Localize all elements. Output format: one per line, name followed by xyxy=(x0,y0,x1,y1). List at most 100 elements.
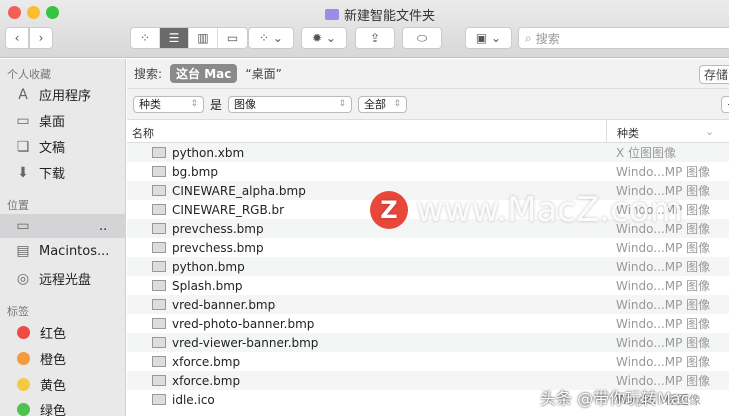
forward-button[interactable]: › xyxy=(29,27,53,49)
file-row[interactable]: xforce.bmp Windo...MP 图像 xyxy=(127,352,729,371)
file-name: vred-viewer-banner.bmp xyxy=(172,335,319,350)
list-view-icon[interactable]: ☰ xyxy=(160,28,189,48)
file-name: CINEWARE_RGB.br xyxy=(172,202,285,217)
file-thumbnail-icon xyxy=(152,242,166,253)
operator-label: 是 xyxy=(210,97,223,112)
yellow-tag-icon xyxy=(17,378,30,391)
icon-view-icon[interactable]: ⁘ xyxy=(131,28,160,48)
sidebar-item-downloads[interactable]: ⬇ 下载 xyxy=(14,163,126,183)
column-header: 名称 种类 ⌄ xyxy=(127,120,729,143)
file-thumbnail-icon xyxy=(152,261,166,272)
sidebar: 个人收藏 A 应用程序 ▭ 桌面 ❏ 文稿 ⬇ 下载 位置 ▭.. ▤ Macintos.… xyxy=(0,59,126,419)
file-thumbnail-icon xyxy=(152,280,166,291)
file-name: xforce.bmp xyxy=(172,373,241,388)
optical-disc-icon: ◎ xyxy=(16,270,30,287)
share-button[interactable]: ⇪ xyxy=(355,27,395,49)
search-scope-label: 搜索: xyxy=(134,67,163,81)
sidebar-item-applications[interactable]: A 应用程序 xyxy=(14,85,126,105)
file-kind: Windo...MP 图像 xyxy=(616,355,711,369)
gear-icon: ✹ ⌄ xyxy=(312,31,336,45)
sort-chevron-icon: ⌄ xyxy=(705,125,715,138)
file-kind: X 位图图像 xyxy=(616,146,677,160)
file-thumbnail-icon xyxy=(152,337,166,348)
column-view-icon[interactable]: ▥ xyxy=(189,28,218,48)
back-button[interactable]: ‹ xyxy=(5,27,29,49)
dropbox-button[interactable]: ▣ ⌄ xyxy=(465,27,512,49)
file-thumbnail-icon xyxy=(152,318,166,329)
file-thumbnail-icon xyxy=(152,185,166,196)
file-kind: Windo...MP 图像 xyxy=(616,336,711,350)
file-thumbnail-icon xyxy=(152,166,166,177)
file-kind: Windo...MP 图像 xyxy=(616,298,711,312)
scope-this-mac[interactable]: 这台 Mac xyxy=(170,64,238,83)
file-thumbnail-icon xyxy=(152,299,166,310)
file-thumbnail-icon xyxy=(152,204,166,215)
disk-icon: ▤ xyxy=(16,243,30,259)
downloads-icon: ⬇ xyxy=(17,164,29,181)
file-thumbnail-icon xyxy=(152,147,166,158)
sidebar-item-desktop[interactable]: ▭ 桌面 xyxy=(14,111,126,131)
file-name: xforce.bmp xyxy=(172,354,241,369)
file-name: CINEWARE_alpha.bmp xyxy=(172,183,306,198)
sidebar-item-macintosh-hd[interactable]: ▤ Macintos... xyxy=(14,243,126,259)
attribute-select[interactable]: 种类 ⇕ xyxy=(133,95,204,113)
file-thumbnail-icon xyxy=(152,223,166,234)
tag-icon: ⬭ xyxy=(416,30,428,45)
smart-folder-icon xyxy=(325,9,339,20)
minimize-button[interactable] xyxy=(27,6,40,19)
watermark: Zwww.MacZ.com xyxy=(370,190,683,230)
window-title: 新建智能文件夹 xyxy=(325,5,435,24)
title-bar: 新建智能文件夹 ‹ › ⁘ ☰ ▥ ▭ ⁘ ⌄ ✹ ⌄ ⇪ ⬭ ▣ ⌄ ⌕ 搜索 xyxy=(0,0,729,58)
file-name: bg.bmp xyxy=(172,164,218,179)
file-row[interactable]: prevchess.bmp Windo...MP 图像 xyxy=(127,238,729,257)
share-icon: ⇪ xyxy=(369,31,381,45)
action-button[interactable]: ✹ ⌄ xyxy=(301,27,347,49)
desktop-icon: ▭ xyxy=(16,112,30,129)
file-kind: Windo...MP 图像 xyxy=(616,260,711,274)
sidebar-tag-orange[interactable]: 橙色 xyxy=(14,349,126,368)
file-kind: Windo...MP 图像 xyxy=(616,317,711,331)
sidebar-tag-green[interactable]: 绿色 xyxy=(14,400,126,419)
column-kind[interactable]: 种类 xyxy=(617,125,639,141)
group-button[interactable]: ⁘ ⌄ xyxy=(248,27,294,49)
file-row[interactable]: vred-viewer-banner.bmp Windo...MP 图像 xyxy=(127,333,729,352)
gallery-view-icon[interactable]: ▭ xyxy=(218,28,247,48)
file-kind: Windo...MP 图像 xyxy=(616,279,711,293)
file-thumbnail-icon xyxy=(152,356,166,367)
column-name[interactable]: 名称 xyxy=(132,125,154,141)
file-row[interactable]: python.bmp Windo...MP 图像 xyxy=(127,257,729,276)
value-select[interactable]: 图像 ⇕ xyxy=(228,95,353,113)
remove-criteria-button[interactable]: − xyxy=(721,95,729,113)
zoom-button[interactable] xyxy=(46,6,59,19)
sidebar-tag-yellow[interactable]: 黄色 xyxy=(14,375,126,394)
sidebar-tag-red[interactable]: 红色 xyxy=(14,323,126,342)
scope-desktop[interactable]: “桌面” xyxy=(245,65,281,82)
updown-icon: ⇕ xyxy=(393,99,402,109)
red-tag-icon xyxy=(17,326,30,339)
applications-icon: A xyxy=(18,86,28,103)
watermark-credit: 头条 @带你玩转Mac xyxy=(540,389,690,408)
file-name: python.xbm xyxy=(172,145,245,160)
file-row[interactable]: vred-photo-banner.bmp Windo...MP 图像 xyxy=(127,314,729,333)
sidebar-item-computer[interactable]: ▭.. xyxy=(0,214,126,238)
file-kind: Windo...MP 图像 xyxy=(616,241,711,255)
sidebar-item-documents[interactable]: ❏ 文稿 xyxy=(14,137,126,157)
view-mode-control: ⁘ ☰ ▥ ▭ xyxy=(130,27,248,49)
file-list: python.xbm X 位图图像 bg.bmp Windo...MP 图像 CINEW… xyxy=(127,143,729,409)
file-row[interactable]: bg.bmp Windo...MP 图像 xyxy=(127,162,729,181)
updown-icon: ⇕ xyxy=(190,99,198,109)
sub-select[interactable]: 全部 ⇕ xyxy=(358,95,408,113)
favorites-header: 个人收藏 xyxy=(7,68,51,81)
search-icon: ⌕ xyxy=(525,30,532,45)
computer-icon: ▭ xyxy=(16,218,30,234)
sidebar-item-remote-disc[interactable]: ◎ 远程光盘 xyxy=(14,269,126,289)
tag-button[interactable]: ⬭ xyxy=(402,27,442,49)
search-input[interactable]: ⌕ 搜索 xyxy=(518,27,729,49)
file-thumbnail-icon xyxy=(152,394,166,405)
file-row[interactable]: vred-banner.bmp Windo...MP 图像 xyxy=(127,295,729,314)
file-row[interactable]: python.xbm X 位图图像 xyxy=(127,143,729,162)
save-button[interactable]: 存储 xyxy=(698,65,729,84)
file-row[interactable]: Splash.bmp Windo...MP 图像 xyxy=(127,276,729,295)
close-button[interactable] xyxy=(8,6,21,19)
documents-icon: ❏ xyxy=(16,138,30,155)
